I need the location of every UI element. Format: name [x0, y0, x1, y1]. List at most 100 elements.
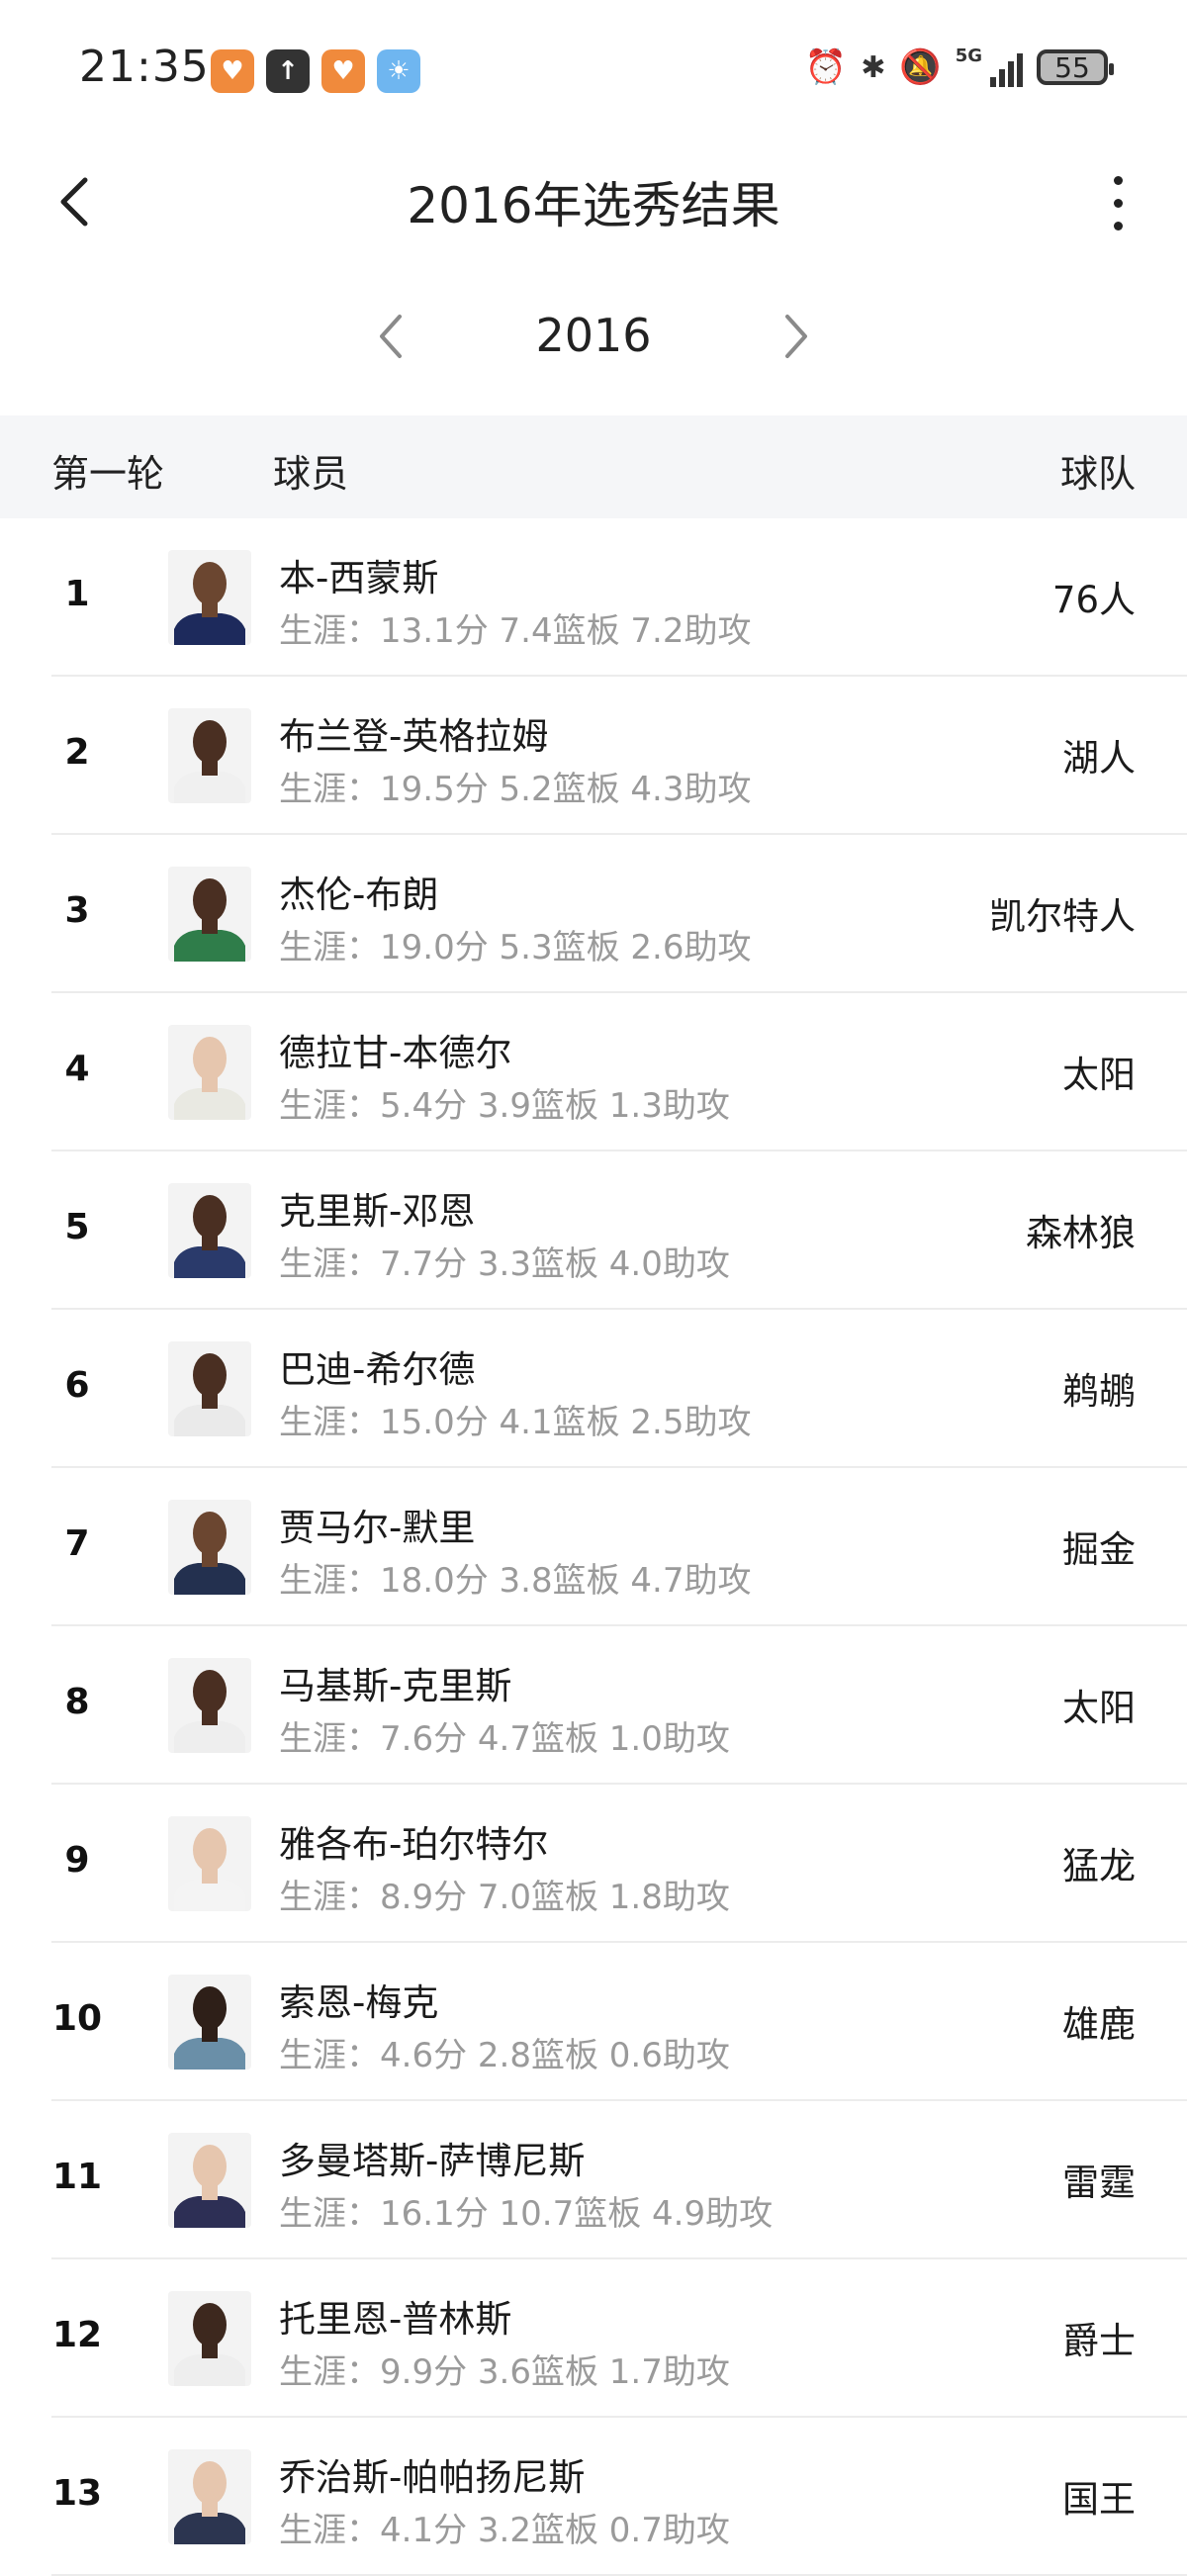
team-name: 太阳 [1062, 1054, 1136, 1096]
draft-pick-row[interactable]: 10 索恩-梅克生涯：4.6分 2.8篮板 0.6助攻 雄鹿 [0, 1943, 1187, 2101]
player-career-stats: 生涯：4.1分 3.2篮板 0.7助攻 [279, 2511, 730, 2550]
header-player: 球员 [273, 452, 349, 496]
pick-number: 11 [51, 2157, 103, 2197]
next-year-chevron-icon[interactable] [770, 307, 819, 366]
player-career-stats: 生涯：19.0分 5.3篮板 2.6助攻 [279, 928, 752, 967]
battery-icon: 55 [1037, 49, 1114, 85]
player-avatar [168, 1975, 251, 2070]
player-avatar [168, 867, 251, 962]
pick-number: 2 [64, 732, 90, 773]
bluetooth-icon: ✱ [861, 49, 886, 85]
player-name: 杰伦-布朗 [279, 874, 439, 916]
draft-pick-row[interactable]: 2 布兰登-英格拉姆 生涯：19.5分 5.2篮板 4.3助攻 湖人 [0, 677, 1187, 835]
player-career-stats: 生涯：8.9分 7.0篮板 1.8助攻 [279, 1878, 730, 1917]
player-name: 巴迪-希尔德 [279, 1348, 476, 1391]
draft-pick-row[interactable]: 11 多曼塔斯-萨博尼斯生涯：16.1分 10.7篮板 4.9助攻 雷霆 [0, 2101, 1187, 2259]
player-career-stats: 生涯：9.9分 3.6篮板 1.7助攻 [279, 2352, 730, 2392]
top-nav-bar: 2016年选秀结果 [0, 148, 1187, 257]
player-career-stats: 生涯：5.4分 3.9篮板 1.3助攻 [279, 1086, 730, 1126]
pick-number: 3 [64, 890, 90, 931]
team-name: 爵士 [1062, 2320, 1136, 2362]
team-name: 凯尔特人 [989, 895, 1136, 938]
player-career-stats: 生涯：4.6分 2.8篮板 0.6助攻 [279, 2036, 730, 2075]
draft-pick-row[interactable]: 12 托里恩-普林斯生涯：9.9分 3.6篮板 1.7助攻 爵士 [0, 2259, 1187, 2418]
year-selector: 2016 [0, 297, 1187, 376]
team-name: 鹈鹕 [1062, 1370, 1136, 1413]
draft-pick-row[interactable]: 1 本-西蒙斯生涯：13.1分 7.4篮板 7.2助攻 76人 [0, 518, 1187, 677]
player-avatar [168, 550, 251, 645]
pick-number: 7 [64, 1523, 90, 1564]
player-career-stats: 生涯：7.6分 4.7篮板 1.0助攻 [279, 1719, 730, 1759]
player-avatar [168, 708, 251, 803]
player-career-stats: 生涯：18.0分 3.8篮板 4.7助攻 [279, 1561, 752, 1601]
player-career-stats: 生涯：7.7分 3.3篮板 4.0助攻 [279, 1244, 730, 1284]
player-name: 克里斯-邓恩 [279, 1190, 476, 1233]
page-title: 2016年选秀结果 [407, 177, 780, 234]
player-name: 马基斯-克里斯 [279, 1665, 512, 1707]
notification-icons: ♥ ↑ ♥ ☀ [211, 49, 420, 93]
app-notification-icon: ♥ [211, 49, 254, 93]
player-avatar [168, 1341, 251, 1436]
app-notification-icon: ♥ [321, 49, 365, 93]
draft-pick-row[interactable]: 4 德拉甘-本德尔生涯：5.4分 3.9篮板 1.3助攻 太阳 [0, 993, 1187, 1151]
player-name: 多曼塔斯-萨博尼斯 [279, 2140, 586, 2182]
alarm-icon: ⏰ [804, 47, 848, 87]
weather-icon: ☀ [377, 49, 420, 93]
player-avatar [168, 2133, 251, 2228]
draft-pick-row[interactable]: 7 贾马尔-默里 生涯：18.0分 3.8篮板 4.7助攻 掘金 [0, 1468, 1187, 1626]
draft-pick-row[interactable]: 6 巴迪-希尔德生涯：15.0分 4.1篮板 2.5助攻 鹈鹕 [0, 1310, 1187, 1468]
pick-number: 1 [64, 574, 90, 614]
status-bar: 21:35 ♥ ↑ ♥ ☀ ⏰ ✱ 🔕 5G 55 [0, 0, 1187, 148]
network-type: 5G [955, 45, 982, 66]
mute-icon: 🔕 [899, 47, 942, 87]
team-name: 掘金 [1062, 1528, 1136, 1571]
player-avatar [168, 1025, 251, 1120]
team-name: 76人 [1051, 579, 1136, 621]
header-team: 球队 [1059, 452, 1136, 496]
draft-pick-row[interactable]: 8 马基斯-克里斯生涯：7.6分 4.7篮板 1.0助攻 太阳 [0, 1626, 1187, 1785]
selected-year: 2016 [535, 309, 652, 362]
player-career-stats: 生涯：15.0分 4.1篮板 2.5助攻 [279, 1403, 752, 1442]
player-avatar [168, 1183, 251, 1278]
pick-number: 5 [64, 1207, 90, 1247]
player-avatar [168, 2291, 251, 2386]
pick-number: 12 [51, 2315, 103, 2355]
table-header: 第一轮 球员 球队 [0, 415, 1187, 518]
player-career-stats: 生涯：19.5分 5.2篮板 4.3助攻 [279, 770, 752, 809]
team-name: 猛龙 [1062, 1845, 1136, 1887]
team-name: 森林狼 [1026, 1212, 1136, 1254]
player-career-stats: 生涯：13.1分 7.4篮板 7.2助攻 [279, 611, 752, 651]
pick-number: 8 [64, 1682, 90, 1722]
team-name: 国王 [1062, 2478, 1136, 2521]
header-round: 第一轮 [51, 452, 165, 496]
signal-icon [990, 47, 1023, 87]
pick-number: 6 [64, 1365, 90, 1406]
player-name: 索恩-梅克 [279, 1981, 439, 2024]
more-options-icon[interactable] [1088, 158, 1147, 247]
pick-number: 4 [64, 1049, 90, 1089]
pick-number: 10 [51, 1998, 103, 2039]
player-name: 本-西蒙斯 [279, 557, 439, 599]
player-name: 乔治斯-帕帕扬尼斯 [279, 2456, 586, 2499]
pick-number: 13 [51, 2473, 103, 2514]
pick-number: 9 [64, 1840, 90, 1881]
draft-pick-row[interactable]: 13 乔治斯-帕帕扬尼斯生涯：4.1分 3.2篮板 0.7助攻 国王 [0, 2418, 1187, 2576]
player-name: 托里恩-普林斯 [279, 2298, 512, 2341]
player-name: 雅各布-珀尔特尔 [279, 1823, 549, 1866]
player-avatar [168, 1816, 251, 1911]
team-name: 雄鹿 [1062, 2003, 1136, 2046]
player-name: 布兰登-英格拉姆 [279, 715, 549, 758]
draft-pick-row[interactable]: 9 雅各布-珀尔特尔生涯：8.9分 7.0篮板 1.8助攻 猛龙 [0, 1785, 1187, 1943]
draft-pick-row[interactable]: 3 杰伦-布朗生涯：19.0分 5.3篮板 2.6助攻 凯尔特人 [0, 835, 1187, 993]
player-name: 德拉甘-本德尔 [279, 1032, 512, 1074]
player-avatar [168, 1658, 251, 1753]
team-name: 太阳 [1062, 1687, 1136, 1729]
battery-level: 55 [1054, 50, 1090, 84]
player-avatar [168, 1500, 251, 1595]
draft-pick-row[interactable]: 5 克里斯-邓恩生涯：7.7分 3.3篮板 4.0助攻 森林狼 [0, 1151, 1187, 1310]
team-name: 雷霆 [1062, 2162, 1136, 2204]
player-career-stats: 生涯：16.1分 10.7篮板 4.9助攻 [279, 2194, 774, 2234]
player-avatar [168, 2449, 251, 2544]
upload-notification-icon: ↑ [266, 49, 310, 93]
system-icons: ⏰ ✱ 🔕 5G 55 [804, 45, 1114, 87]
